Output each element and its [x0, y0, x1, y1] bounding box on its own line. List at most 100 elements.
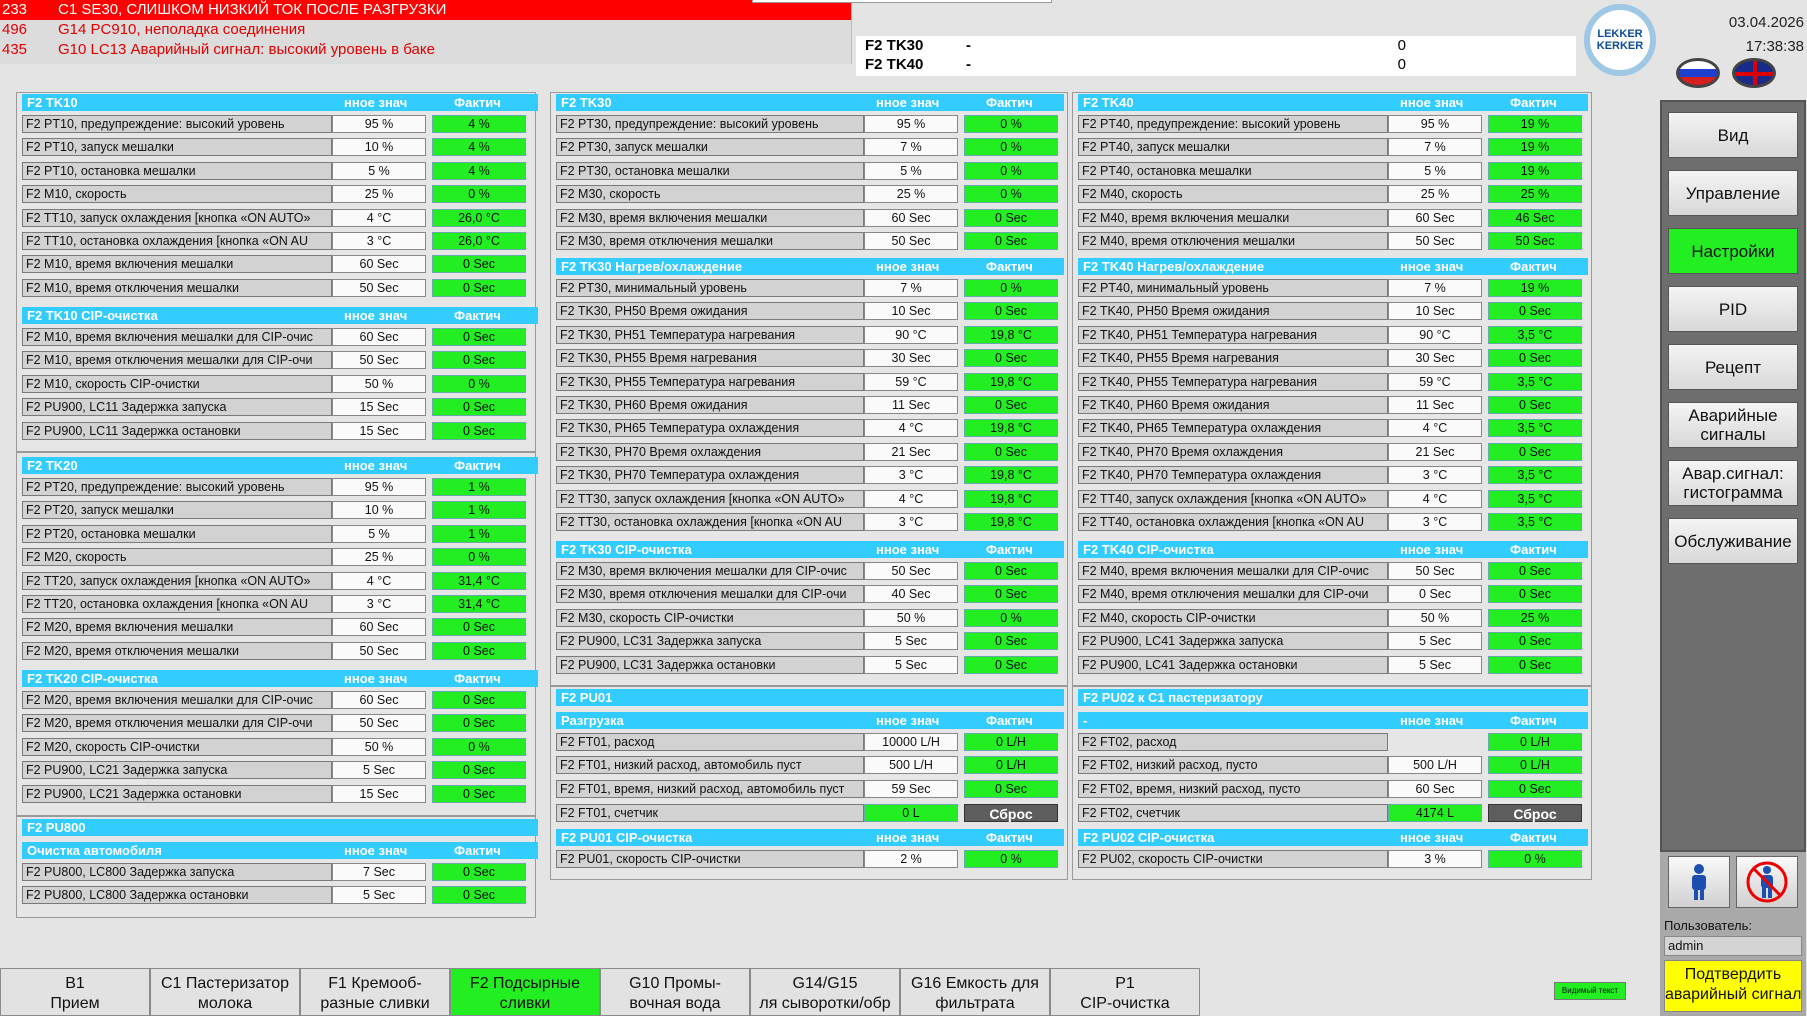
- setpoint-input[interactable]: 11 Sec: [1388, 396, 1482, 414]
- setpoint-input[interactable]: 50 Sec: [864, 562, 958, 580]
- setpoint-input[interactable]: 50 %: [864, 608, 958, 627]
- setpoint-input[interactable]: 7 %: [864, 138, 958, 157]
- setpoint-input[interactable]: 60 Sec: [332, 618, 426, 637]
- setpoint-input[interactable]: 60 Sec: [332, 691, 426, 709]
- alarm-row[interactable]: 496 G14 PC910, неполадка соединения: [0, 20, 851, 40]
- setpoint-input[interactable]: 5 Sec: [332, 886, 426, 905]
- setpoint-input[interactable]: 7 %: [1388, 279, 1482, 297]
- setpoint-input[interactable]: 10000 L/H: [864, 733, 958, 751]
- bottom-tab[interactable]: G16 Емкость для фильтрата: [900, 968, 1050, 1016]
- setpoint-input[interactable]: 50 Sec: [864, 232, 958, 250]
- menu-button[interactable]: Обслуживание: [1668, 518, 1798, 564]
- setpoint-input[interactable]: 50 Sec: [332, 351, 426, 370]
- setpoint-input[interactable]: 10 Sec: [864, 302, 958, 321]
- user-name-field[interactable]: admin: [1664, 936, 1802, 956]
- setpoint-input[interactable]: 7 Sec: [332, 863, 426, 881]
- setpoint-input[interactable]: 40 Sec: [864, 585, 958, 604]
- setpoint-input[interactable]: 4 °C: [332, 571, 426, 590]
- setpoint-input[interactable]: 10 %: [332, 138, 426, 157]
- setpoint-input[interactable]: 10 Sec: [1388, 302, 1482, 321]
- logout-button[interactable]: [1736, 856, 1798, 908]
- setpoint-input[interactable]: 3 °C: [1388, 466, 1482, 485]
- setpoint-input[interactable]: 50 Sec: [332, 641, 426, 660]
- setpoint-input[interactable]: 25 %: [332, 548, 426, 567]
- setpoint-input[interactable]: 25 %: [1388, 185, 1482, 204]
- setpoint-input[interactable]: 30 Sec: [864, 349, 958, 368]
- alarm-row[interactable]: 233 C1 SE30, СЛИШКОМ НИЗКИЙ ТОК ПОСЛЕ РАЗ…: [0, 0, 851, 20]
- setpoint-input[interactable]: 50 Sec: [332, 714, 426, 733]
- bottom-tab[interactable]: B1 Прием: [0, 968, 150, 1016]
- menu-button[interactable]: Рецепт: [1668, 344, 1798, 390]
- setpoint-input[interactable]: 3 °C: [332, 232, 426, 250]
- setpoint-input[interactable]: 90 °C: [864, 325, 958, 344]
- setpoint-input[interactable]: 5 Sec: [1388, 632, 1482, 651]
- reset-button[interactable]: Сброс: [964, 804, 1058, 822]
- setpoint-input[interactable]: 5 Sec: [332, 761, 426, 780]
- setpoint-input[interactable]: 95 %: [332, 115, 426, 133]
- menu-button[interactable]: PID: [1668, 286, 1798, 332]
- setpoint-input[interactable]: 3 °C: [864, 466, 958, 485]
- setpoint-input[interactable]: 25 %: [864, 185, 958, 204]
- setpoint-input[interactable]: 95 %: [1388, 115, 1482, 133]
- menu-button[interactable]: Авар.сигнал: гистограмма: [1668, 460, 1798, 506]
- setpoint-input[interactable]: 25 %: [332, 185, 426, 204]
- setpoint-input[interactable]: 5 %: [332, 161, 426, 180]
- bottom-tab[interactable]: P1 CIP-очистка: [1050, 968, 1200, 1016]
- setpoint-input[interactable]: 5 %: [332, 524, 426, 543]
- setpoint-input[interactable]: 50 %: [332, 374, 426, 393]
- setpoint-input[interactable]: 21 Sec: [1388, 442, 1482, 461]
- setpoint-input[interactable]: 95 %: [864, 115, 958, 133]
- setpoint-input[interactable]: 7 %: [1388, 138, 1482, 157]
- menu-button[interactable]: Управление: [1668, 170, 1798, 216]
- setpoint-input[interactable]: 5 Sec: [864, 655, 958, 674]
- setpoint-input[interactable]: 3 °C: [1388, 513, 1482, 531]
- menu-button[interactable]: Аварийные сигналы: [1668, 402, 1798, 448]
- confirm-alarm-button[interactable]: Подтвердить аварийный сигнал: [1664, 960, 1802, 1012]
- setpoint-input[interactable]: 50 Sec: [332, 278, 426, 297]
- setpoint-input[interactable]: 5 %: [1388, 161, 1482, 180]
- setpoint-input[interactable]: 60 Sec: [864, 208, 958, 227]
- setpoint-input[interactable]: 60 Sec: [332, 255, 426, 274]
- setpoint-input[interactable]: 30 Sec: [1388, 349, 1482, 368]
- setpoint-input[interactable]: 3 %: [1388, 850, 1482, 868]
- setpoint-input[interactable]: 60 Sec: [1388, 779, 1482, 798]
- setpoint-input[interactable]: 4 °C: [1388, 419, 1482, 438]
- setpoint-input[interactable]: 3 °C: [864, 513, 958, 531]
- alarm-list[interactable]: 233 C1 SE30, СЛИШКОМ НИЗКИЙ ТОК ПОСЛЕ РАЗ…: [0, 0, 852, 64]
- flag-ru-icon[interactable]: [1676, 58, 1720, 88]
- bottom-tab[interactable]: G14/G15 ля сыворотки/обр: [750, 968, 900, 1016]
- setpoint-input[interactable]: 4 °C: [864, 419, 958, 438]
- menu-button[interactable]: Вид: [1668, 112, 1798, 158]
- setpoint-input[interactable]: 15 Sec: [332, 421, 426, 440]
- setpoint-input[interactable]: 7 %: [864, 279, 958, 297]
- setpoint-input[interactable]: 60 Sec: [1388, 208, 1482, 227]
- setpoint-input[interactable]: 5 %: [864, 161, 958, 180]
- alarm-row[interactable]: 435 G10 LC13 Аварийный сигнал: высокий ур…: [0, 40, 851, 60]
- setpoint-input[interactable]: 500 L/H: [864, 756, 958, 775]
- setpoint-input[interactable]: 10 %: [332, 501, 426, 520]
- bottom-tab[interactable]: F1 Кремооб-разные сливки: [300, 968, 450, 1016]
- setpoint-input[interactable]: 50 %: [332, 737, 426, 756]
- flag-uk-icon[interactable]: [1732, 58, 1776, 88]
- setpoint-input[interactable]: 4 °C: [864, 489, 958, 508]
- setpoint-input[interactable]: 11 Sec: [864, 396, 958, 414]
- bottom-tab[interactable]: G10 Промы-вочная вода: [600, 968, 750, 1016]
- setpoint-input[interactable]: 60 Sec: [332, 328, 426, 346]
- setpoint-input[interactable]: 3 °C: [332, 595, 426, 613]
- setpoint-input[interactable]: 5 Sec: [1388, 655, 1482, 674]
- login-button[interactable]: [1668, 856, 1730, 908]
- menu-button[interactable]: Настройки: [1668, 228, 1798, 274]
- setpoint-input[interactable]: 50 Sec: [1388, 232, 1482, 250]
- setpoint-input[interactable]: 59 °C: [1388, 372, 1482, 391]
- setpoint-input[interactable]: 4 °C: [332, 208, 426, 227]
- setpoint-input[interactable]: 21 Sec: [864, 442, 958, 461]
- setpoint-input[interactable]: 90 °C: [1388, 325, 1482, 344]
- setpoint-input[interactable]: 0 Sec: [1388, 585, 1482, 604]
- setpoint-input[interactable]: 95 %: [332, 478, 426, 496]
- setpoint-input[interactable]: 5 Sec: [864, 632, 958, 651]
- setpoint-input[interactable]: 59 °C: [864, 372, 958, 391]
- setpoint-input[interactable]: 15 Sec: [332, 398, 426, 417]
- setpoint-input[interactable]: 4 °C: [1388, 489, 1482, 508]
- setpoint-input[interactable]: 15 Sec: [332, 784, 426, 803]
- bottom-tab[interactable]: F2 Подсырные сливки: [450, 968, 600, 1016]
